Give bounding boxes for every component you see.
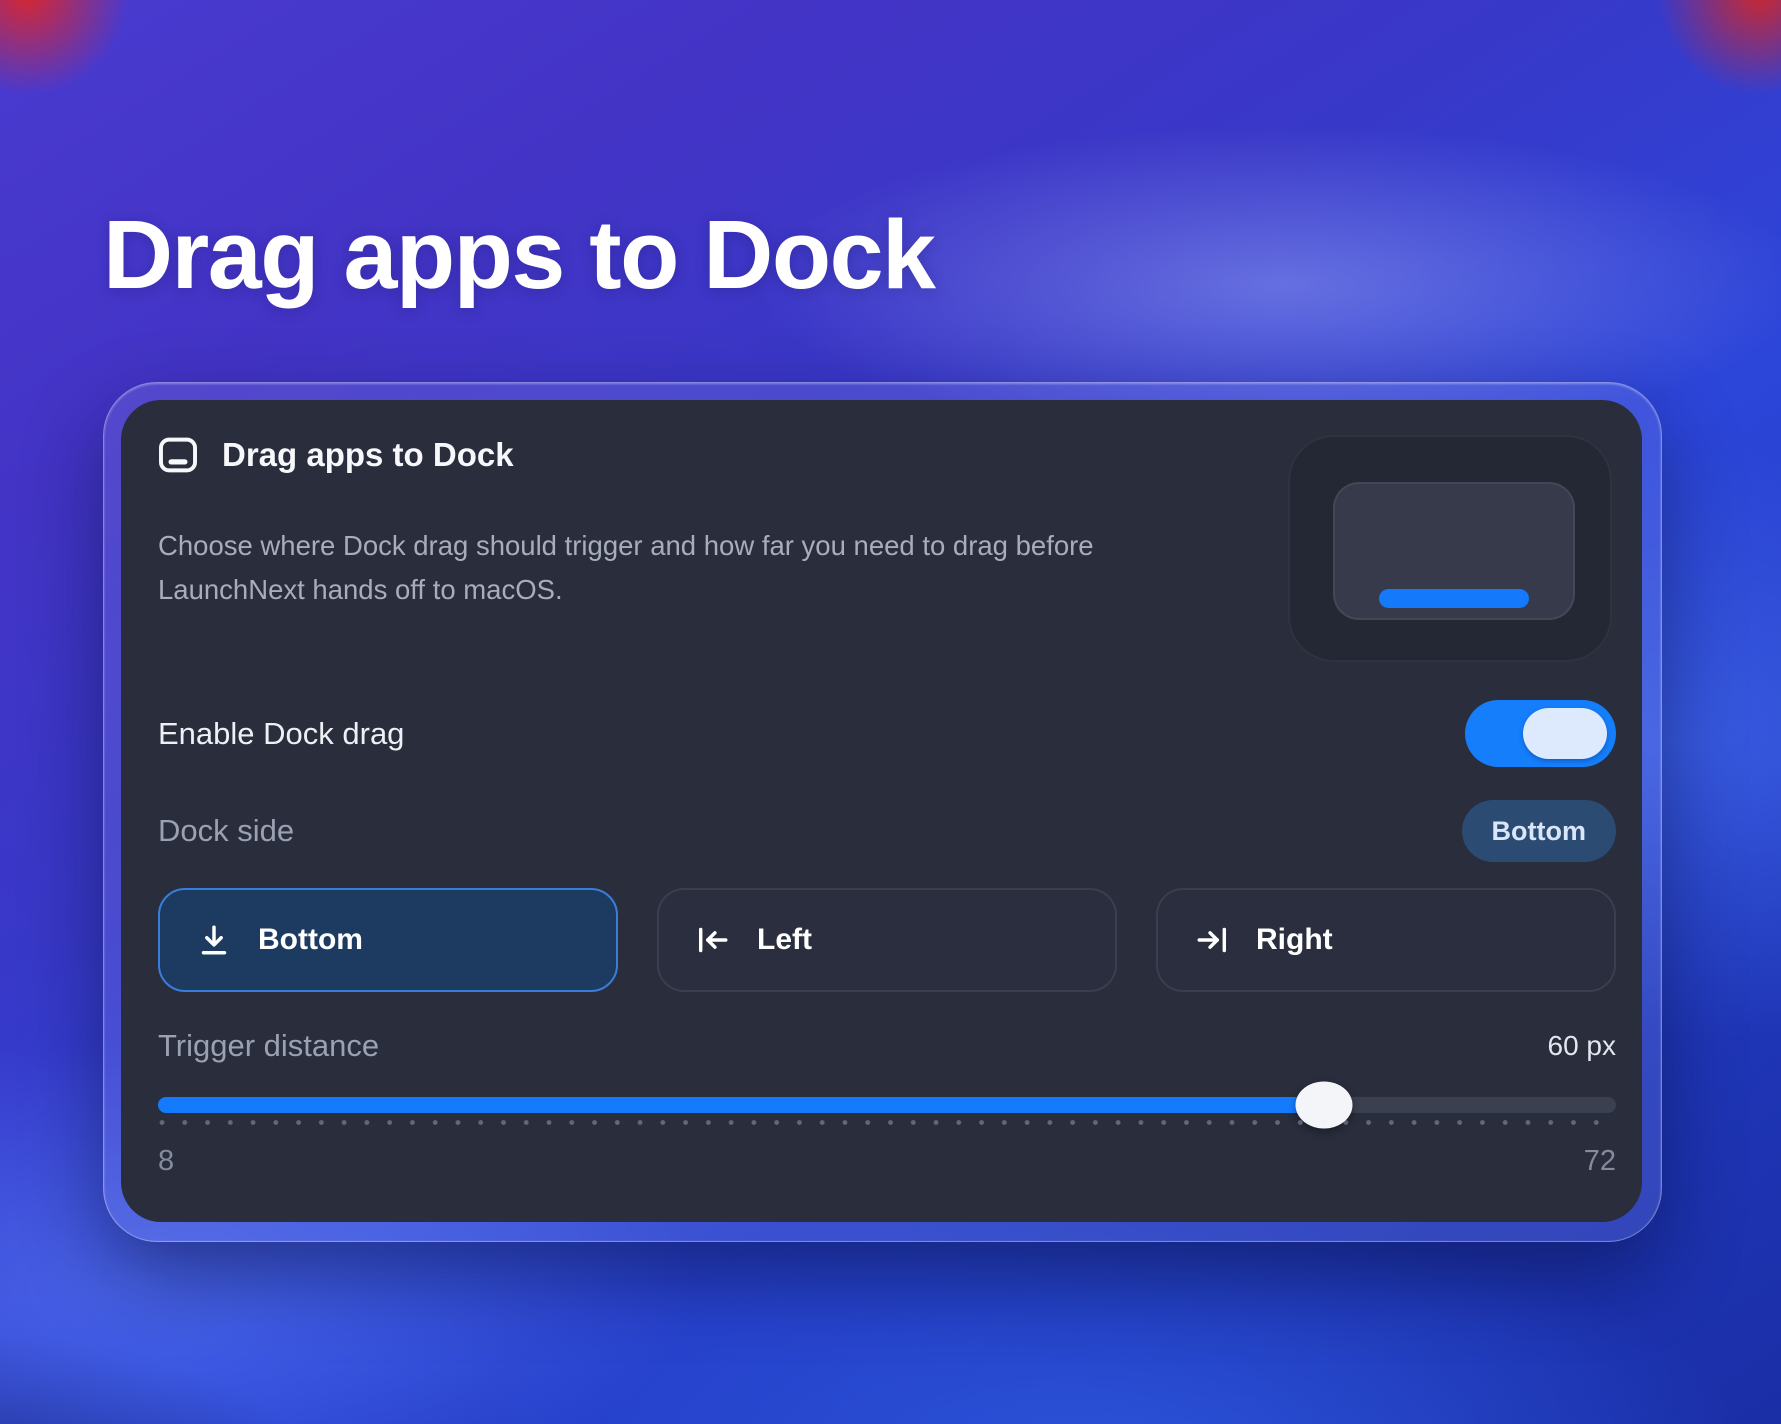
dock-side-option-label: Right <box>1256 923 1333 957</box>
slider-tick-marks <box>158 1117 1616 1128</box>
toggle-thumb <box>1523 708 1607 759</box>
arrow-left-to-line-icon <box>695 922 731 958</box>
card-header: Drag apps to Dock <box>158 436 514 474</box>
dock-side-option-bottom[interactable]: Bottom <box>158 888 618 992</box>
trigger-distance-label: Trigger distance <box>158 1028 379 1064</box>
dock-side-option-label: Left <box>757 923 812 957</box>
dock-position-preview <box>1288 435 1612 662</box>
trigger-distance-value: 60 px <box>1548 1030 1617 1062</box>
arrow-right-to-line-icon <box>1194 922 1230 958</box>
dock-side-value-badge: Bottom <box>1462 800 1616 862</box>
card-title: Drag apps to Dock <box>222 436 514 474</box>
enable-dock-drag-toggle[interactable] <box>1465 700 1616 767</box>
trigger-distance-row: Trigger distance 60 px <box>158 1025 1616 1067</box>
slider-range-labels: 8 72 <box>158 1143 1616 1179</box>
dock-side-option-label: Bottom <box>258 923 363 957</box>
enable-dock-drag-row: Enable Dock drag <box>158 700 1616 767</box>
dock-side-row: Dock side Bottom <box>158 800 1616 862</box>
card-description: Choose where Dock drag should trigger an… <box>158 524 1098 612</box>
drag-apps-to-dock-card: Drag apps to Dock Choose where Dock drag… <box>121 400 1642 1222</box>
preview-dock-bar <box>1379 589 1529 608</box>
slider-max-label: 72 <box>1584 1145 1616 1178</box>
dock-side-label: Dock side <box>158 813 294 849</box>
dock-side-option-left[interactable]: Left <box>657 888 1117 992</box>
arrow-down-to-line-icon <box>196 922 232 958</box>
slider-min-label: 8 <box>158 1145 174 1178</box>
preview-screen <box>1333 482 1575 620</box>
page-title: Drag apps to Dock <box>103 199 935 311</box>
dock-side-option-right[interactable]: Right <box>1156 888 1616 992</box>
slider-fill <box>158 1097 1324 1113</box>
enable-dock-drag-label: Enable Dock drag <box>158 716 404 752</box>
dock-side-options: Bottom Left Right <box>158 888 1616 992</box>
dock-panel-icon <box>158 437 198 473</box>
desktop-wallpaper: { "page": { "heading": "Drag apps to Doc… <box>0 0 1781 1424</box>
